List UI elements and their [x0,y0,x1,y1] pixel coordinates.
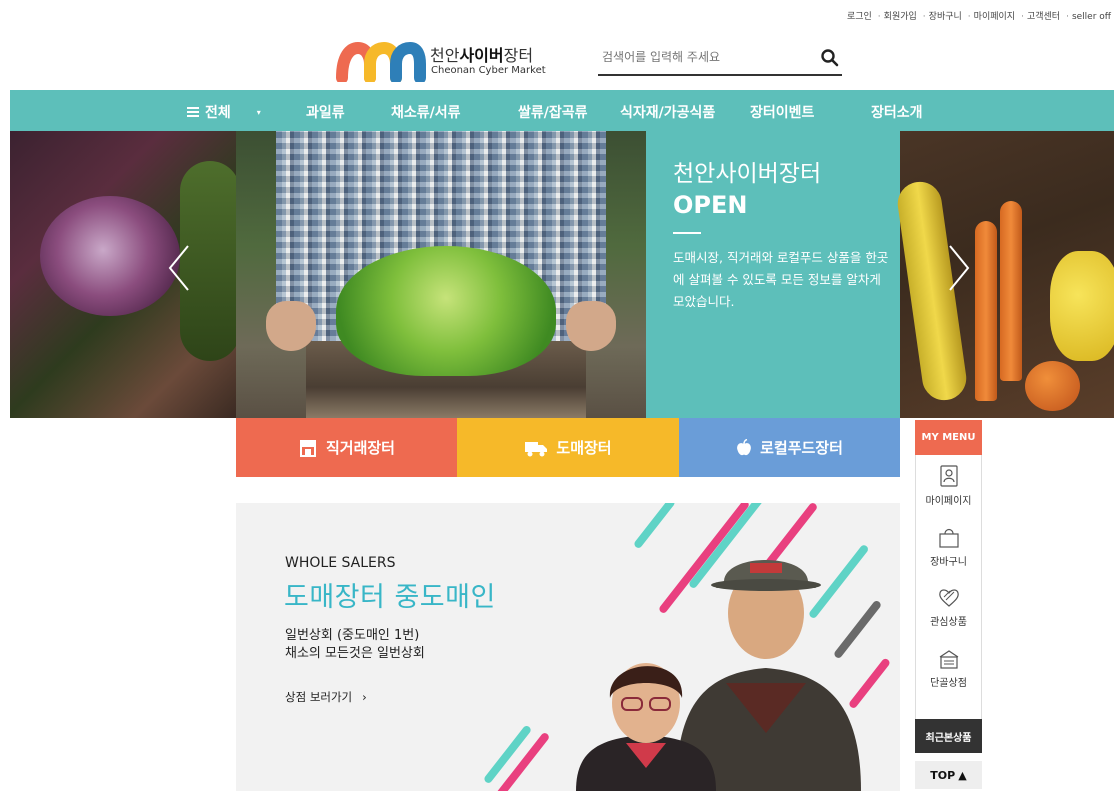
my-menu-favorite-shops-label: 단골상점 [930,677,967,689]
nav-item-events[interactable]: 장터이벤트 [750,102,814,122]
slider-next-arrow-icon[interactable] [946,243,972,293]
visit-store-label: 상점 보러가기 [285,690,353,704]
logo-bold: 사이버 [459,46,504,65]
hero-open-label: OPEN [673,191,748,219]
nav-item-vegetables[interactable]: 채소류/서류 [391,102,461,122]
my-menu-item-cart[interactable]: 장바구니 [916,516,981,577]
scroll-top-button[interactable]: TOP ▲ [915,761,982,789]
shopping-bag-icon [938,528,959,548]
hero-description: 도매시장, 직거래와 로컬푸드 상품을 한곳에 살펴볼 수 있도록 모든 정보를… [673,250,889,309]
search-icon[interactable] [820,48,840,68]
my-menu-item-mypage[interactable]: 마이페이지 [916,455,981,516]
left-hand-shape [266,301,316,351]
my-menu-item-wishlist[interactable]: 관심상품 [916,577,981,638]
my-menu-wishlist-label: 관심상품 [930,616,967,628]
hero-next-slide-image [894,131,1114,418]
apple-icon [737,438,751,455]
category-direct-market[interactable]: 직거래장터 [236,418,457,477]
tomato-shape [1025,361,1080,411]
hero-divider [673,232,701,234]
main-nav: 전체 ▾ 과일류 채소류/서류 쌀류/잡곡류 식자재/가공식품 장터이벤트 장터… [10,90,1114,131]
category-local-food-label: 로컬푸드장터 [760,439,843,457]
utility-links: 로그인 · 회원가입 · 장바구니 · 마이페이지 · 고객센터 · seller off [847,9,1114,22]
slider-prev-arrow-icon[interactable] [166,243,192,293]
chevron-right-icon: › [362,690,367,704]
seller-office-link[interactable]: seller off [1072,12,1111,22]
site-header: 천안사이버장터 Cheonan Cyber Market [10,32,1114,90]
pepper-shape [1050,251,1114,361]
nav-item-fruit[interactable]: 과일류 [306,102,345,122]
category-local-food-market[interactable]: 로컬푸드장터 [679,418,900,477]
my-menu-mypage-label: 마이페이지 [925,495,972,507]
my-menu-item-favorite-shops[interactable]: 단골상점 [916,638,981,699]
customer-center-link[interactable]: 고객센터 [1027,12,1060,22]
shop-icon [939,649,958,669]
nav-all-label: 전체 [205,105,231,121]
hero-prev-slide-image [10,131,240,418]
site-logo[interactable]: 천안사이버장터 Cheonan Cyber Market [336,40,556,84]
utility-separator: · [877,12,881,22]
banner-subtitle-2: 채소의 모든것은 일번상회 [285,646,425,661]
scroll-top-label: TOP [930,768,956,782]
truck-icon [525,441,548,456]
nav-all-categories[interactable]: 전체 ▾ [187,102,261,122]
logo-korean-text: 천안사이버장터 [430,42,533,66]
nav-item-about[interactable]: 장터소개 [871,102,923,122]
triangle-up-icon: ▲ [958,768,967,782]
merchant-woman-photo [576,663,716,791]
category-wholesale-label: 도매장터 [556,439,612,457]
signup-link[interactable]: 회원가입 [884,12,917,22]
hands-shape [266,291,616,351]
utility-separator: · [1021,12,1024,22]
utility-separator: · [967,12,971,22]
logo-prefix: 천안 [430,46,460,65]
my-menu-widget: MY MENU 마이페이지 장바구니 관심상품 단골상점 최근본상품 TOP ▲ [915,420,982,791]
category-tiles: 직거래장터 도매장터 로컬푸드장터 [236,418,900,477]
banner-english-label: WHOLE SALERS [285,555,396,571]
search-input[interactable] [598,42,808,72]
carrot-shape [1000,201,1022,381]
category-direct-label: 직거래장터 [325,439,395,457]
my-menu-cart-label: 장바구니 [930,556,967,568]
login-link[interactable]: 로그인 [847,12,872,22]
mypage-link[interactable]: 마이페이지 [974,12,1015,22]
utility-separator: · [922,12,926,22]
cart-link[interactable]: 장바구니 [929,12,962,22]
store-icon [299,439,316,457]
cabbage-shape [40,196,180,316]
menu-icon [187,107,199,117]
hero-slider: 천안사이버장터 OPEN 도매시장, 직거래와 로컬푸드 상품을 한곳에 살펴볼… [10,131,1114,418]
recently-viewed-button[interactable]: 최근본상품 [915,719,982,753]
heart-icon [938,588,959,607]
logo-mark-icon [336,42,426,82]
nav-item-grains[interactable]: 쌀류/잡곡류 [518,102,588,122]
my-menu-list: 마이페이지 장바구니 관심상품 단골상점 [915,455,982,719]
page: 로그인 · 회원가입 · 장바구니 · 마이페이지 · 고객센터 · seller off 천안사이… [0,0,1114,791]
category-wholesale-market[interactable]: 도매장터 [457,418,679,477]
banner-title: 도매장터 중도매인 [284,582,496,613]
visit-store-link[interactable]: 상점 보러가기 › [285,689,367,705]
right-hand-shape [566,301,616,351]
hero-title: 천안사이버장터 [673,161,822,187]
utility-bar: 로그인 · 회원가입 · 장바구니 · 마이페이지 · 고객센터 · seller off [0,0,1114,32]
hero-main-image [236,131,646,418]
logo-suffix: 장터 [503,46,534,65]
banner-subtitle-1: 일번상회 (중도매인 1번) [285,628,420,643]
nav-item-processed-food[interactable]: 식자재/가공식품 [620,102,715,122]
my-menu-header: MY MENU [915,420,982,455]
caret-down-icon: ▾ [256,107,261,117]
person-icon [939,464,958,487]
search-box [598,42,842,76]
carrot-shape [975,221,997,401]
wholesaler-banner[interactable]: WHOLE SALERS 도매장터 중도매인 일번상회 (중도매인 1번) 채소… [236,503,900,791]
hero-text-panel: 천안사이버장터 OPEN 도매시장, 직거래와 로컬푸드 상품을 한곳에 살펴볼… [646,131,900,418]
utility-separator: · [1066,12,1069,22]
logo-english-text: Cheonan Cyber Market [431,65,546,76]
